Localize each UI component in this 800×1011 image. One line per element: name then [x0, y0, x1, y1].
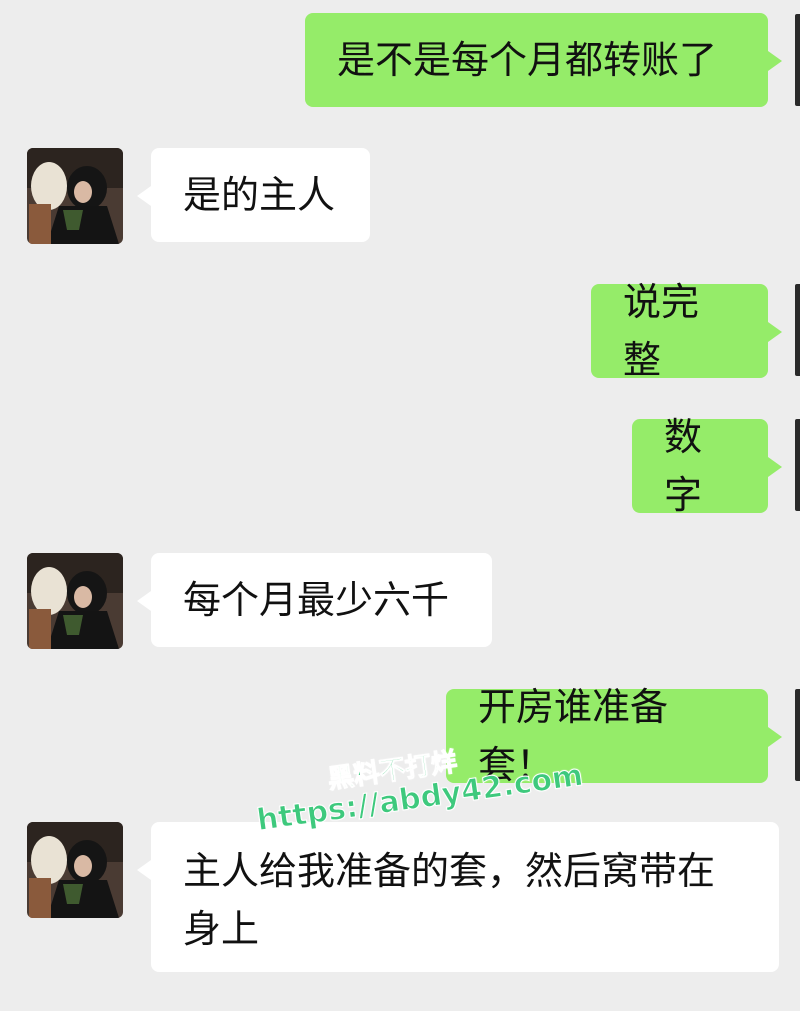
message-bubble-incoming[interactable]: 每个月最少六千: [137, 553, 492, 647]
message-bubble-incoming[interactable]: 主人给我准备的套，然后窝带在身上: [137, 822, 779, 972]
message-text: 数字: [664, 415, 703, 517]
message-text: 是的主人: [183, 173, 336, 217]
contact-avatar[interactable]: [27, 148, 123, 244]
message-text: 开房谁准备套！: [478, 685, 669, 787]
avatar-photo-icon: [27, 553, 123, 649]
message-bubble-outgoing[interactable]: 说完整: [591, 280, 782, 382]
message-bubble-outgoing[interactable]: 开房谁准备套！: [446, 685, 782, 787]
contact-avatar[interactable]: [27, 822, 123, 918]
self-avatar[interactable]: [795, 419, 800, 511]
contact-avatar[interactable]: [27, 553, 123, 649]
self-avatar[interactable]: [795, 689, 800, 781]
self-avatar[interactable]: [795, 14, 800, 106]
watermark-title: 黑料不打烊: [326, 747, 460, 796]
message-text: 每个月最少六千: [183, 578, 450, 622]
message-bubble-incoming[interactable]: 是的主人: [137, 148, 370, 242]
message-bubble-outgoing[interactable]: 数字: [632, 415, 782, 517]
message-bubble-outgoing[interactable]: 是不是每个月都转账了: [305, 13, 782, 107]
message-text: 主人给我准备的套，然后窝带在身上: [183, 849, 716, 951]
self-avatar[interactable]: [795, 284, 800, 376]
message-text: 是不是每个月都转账了: [337, 38, 718, 82]
avatar-photo-icon: [27, 822, 123, 918]
message-text: 说完整: [623, 280, 700, 382]
avatar-photo-icon: [27, 148, 123, 244]
chat-area: 是不是每个月都转账了 是的主人 说完整 数字 每个月最少六千 开房谁准备套！ 主…: [0, 0, 800, 1011]
